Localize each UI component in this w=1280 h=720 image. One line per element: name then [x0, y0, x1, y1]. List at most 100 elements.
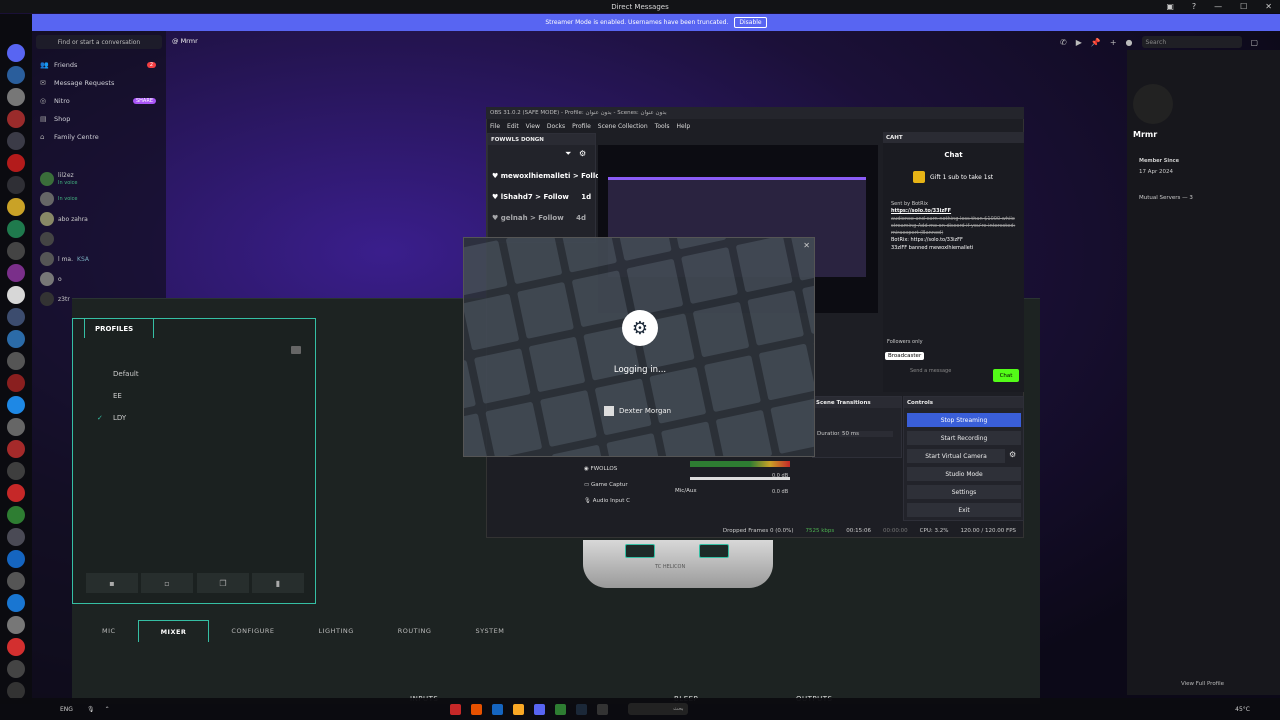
disable-streamer-button[interactable]: Disable — [734, 17, 767, 28]
settings-gear-icon[interactable]: ⚙ — [579, 149, 586, 158]
server-icon[interactable] — [7, 308, 25, 326]
menu-tools[interactable]: Tools — [655, 123, 670, 130]
menu-file[interactable]: File — [490, 123, 500, 130]
server-icon[interactable] — [7, 44, 25, 62]
nav-shop[interactable]: ▤ Shop — [40, 115, 156, 123]
obs-icon[interactable] — [596, 703, 608, 715]
dm-item[interactable]: o — [40, 272, 62, 286]
nav-friends[interactable]: 👥 Friends 2 — [40, 61, 156, 69]
server-icon[interactable] — [7, 594, 25, 612]
video-icon[interactable]: ▶ — [1076, 38, 1082, 47]
duration-input[interactable]: 50 ms — [839, 431, 893, 437]
source-item[interactable]: ◉ FWOLLOS — [584, 461, 630, 477]
export-profile-button[interactable]: ▫ — [141, 573, 193, 593]
app-icon[interactable] — [470, 703, 482, 715]
find-conversation-input[interactable]: Find or start a conversation — [36, 35, 162, 49]
tab-configure[interactable]: CONFIGURE — [209, 620, 296, 642]
save-profile-button[interactable]: ▪ — [86, 573, 138, 593]
server-icon[interactable] — [7, 132, 25, 150]
server-icon[interactable] — [7, 396, 25, 414]
server-icon[interactable] — [7, 374, 25, 392]
maximize-button[interactable]: ☐ — [1240, 2, 1247, 11]
call-icon[interactable]: ✆ — [1060, 38, 1067, 47]
pin-icon[interactable]: 📌 — [1091, 38, 1101, 47]
nav-message-requests[interactable]: ✉ Message Requests — [40, 79, 156, 87]
menu-help[interactable]: Help — [676, 123, 690, 130]
mic-icon[interactable]: 🎙 — [87, 706, 95, 713]
taskbar-search[interactable]: بحث — [627, 703, 688, 715]
server-icon[interactable] — [7, 286, 25, 304]
studio-mode-button[interactable]: Studio Mode — [907, 467, 1021, 481]
server-icon[interactable] — [7, 660, 25, 678]
server-icon[interactable] — [7, 220, 25, 238]
server-icon[interactable] — [7, 638, 25, 656]
gift-banner[interactable]: Gift 1 sub to take 1st — [913, 171, 1024, 183]
steam-icon[interactable] — [575, 703, 587, 715]
server-icon[interactable] — [7, 352, 25, 370]
server-icon[interactable] — [7, 242, 25, 260]
profile-icon[interactable]: ● — [1126, 38, 1133, 47]
more-icon[interactable]: ▢ — [1251, 38, 1259, 47]
minimize-button[interactable]: — — [1214, 2, 1222, 11]
server-icon[interactable] — [7, 110, 25, 128]
app-icon[interactable] — [491, 703, 503, 715]
server-icon[interactable] — [7, 550, 25, 568]
help-icon[interactable]: ? — [1192, 2, 1196, 11]
server-icon[interactable] — [7, 484, 25, 502]
server-icon[interactable] — [7, 264, 25, 282]
server-icon[interactable] — [7, 418, 25, 436]
server-icon[interactable] — [7, 88, 25, 106]
dm-item[interactable]: z3tr — [40, 292, 70, 306]
view-full-profile-link[interactable]: View Full Profile — [1181, 681, 1224, 687]
menu-view[interactable]: View — [526, 123, 540, 130]
menu-edit[interactable]: Edit — [507, 123, 519, 130]
chat-send-button[interactable]: Chat — [993, 369, 1019, 382]
server-icon[interactable] — [7, 198, 25, 216]
exit-button[interactable]: Exit — [907, 503, 1021, 517]
app-icon[interactable] — [554, 703, 566, 715]
dm-item[interactable]: In voice — [40, 192, 77, 206]
server-icon[interactable] — [7, 154, 25, 172]
stop-streaming-button[interactable]: Stop Streaming — [907, 413, 1021, 427]
filter-icon[interactable]: ⏷ — [565, 149, 571, 159]
server-icon[interactable] — [7, 330, 25, 348]
server-icon[interactable] — [7, 528, 25, 546]
search-input[interactable]: Search — [1141, 36, 1242, 48]
menu-profile[interactable]: Profile — [572, 123, 591, 130]
server-icon[interactable] — [7, 616, 25, 634]
tab-mixer[interactable]: MIXER — [137, 620, 210, 642]
tab-mic[interactable]: MIC — [80, 620, 138, 642]
server-icon[interactable] — [7, 572, 25, 590]
profile-default[interactable]: Default — [113, 370, 139, 378]
send-message-input[interactable]: Send a message — [910, 368, 951, 374]
inbox-icon[interactable]: ▣ — [1166, 2, 1174, 11]
folder-icon[interactable] — [512, 703, 524, 715]
volume-slider[interactable] — [690, 477, 790, 480]
source-item[interactable]: 🎙 Audio Input C — [584, 493, 630, 509]
nav-nitro[interactable]: ◎ Nitro SHARE — [40, 97, 156, 105]
start-virtual-camera-button[interactable]: Start Virtual Camera — [907, 449, 1005, 463]
weather[interactable]: 45°C — [1235, 706, 1250, 713]
tab-system[interactable]: SYSTEM — [453, 620, 526, 642]
server-icon[interactable] — [7, 440, 25, 458]
steam-close-icon[interactable]: ✕ — [803, 241, 810, 250]
server-icon[interactable] — [7, 176, 25, 194]
settings-button[interactable]: Settings — [907, 485, 1021, 499]
duplicate-profile-button[interactable]: ❐ — [197, 573, 249, 593]
discord-icon[interactable] — [533, 703, 545, 715]
menu-docks[interactable]: Docks — [547, 123, 565, 130]
server-icon[interactable] — [7, 462, 25, 480]
nav-family-centre[interactable]: ⌂ Family Centre — [40, 133, 156, 141]
source-item[interactable]: ▭ Game Captur — [584, 477, 630, 493]
profile-ee[interactable]: EE — [113, 392, 122, 400]
close-button[interactable]: ✕ — [1265, 2, 1272, 11]
tab-lighting[interactable]: LIGHTING — [297, 620, 376, 642]
menu-scene-collection[interactable]: Scene Collection — [598, 123, 648, 130]
mutual-servers[interactable]: Mutual Servers — 3 — [1139, 195, 1193, 201]
start-recording-button[interactable]: Start Recording — [907, 431, 1021, 445]
app-icon[interactable] — [449, 703, 461, 715]
dm-item[interactable]: l ma. KSA — [40, 252, 89, 266]
chevron-up-icon[interactable]: ⌃ — [105, 706, 110, 713]
server-icon[interactable] — [7, 66, 25, 84]
dm-item[interactable] — [40, 232, 54, 246]
